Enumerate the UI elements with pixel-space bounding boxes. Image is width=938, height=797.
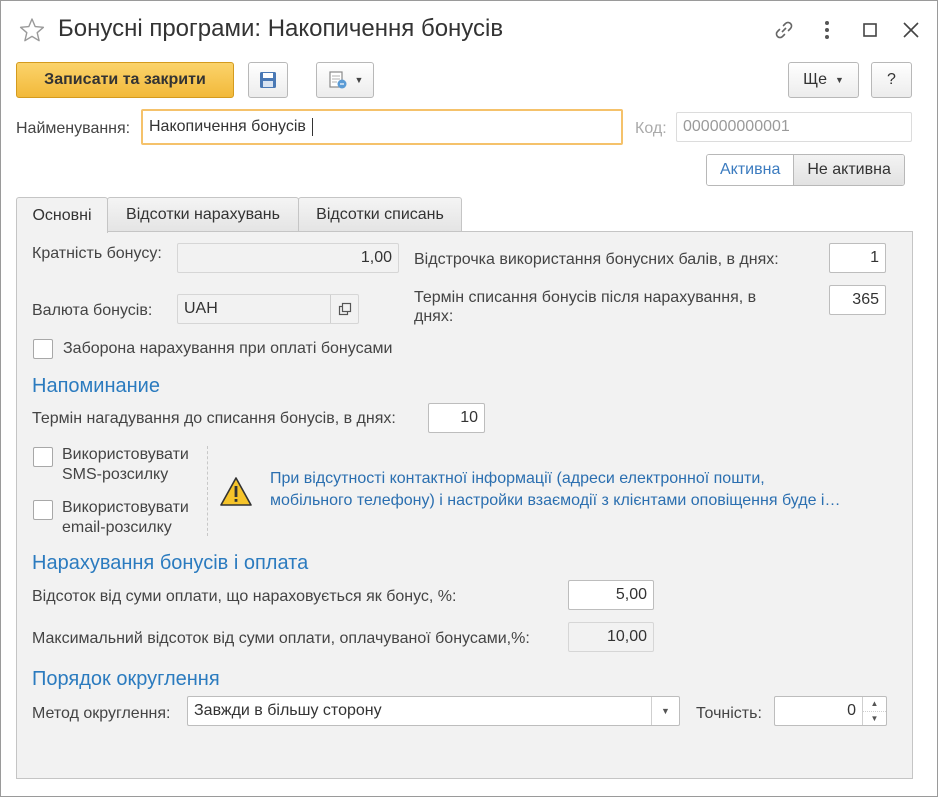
chevron-down-icon: ▼ xyxy=(834,75,844,85)
reminder-term-label: Термін нагадування до списання бонусів, … xyxy=(32,410,396,427)
code-input[interactable]: 000000000001 xyxy=(676,112,912,142)
window-title: Бонусні програми: Накопичення бонусів xyxy=(58,15,504,42)
name-value: Накопичення бонусів xyxy=(149,118,306,135)
ban-accrual-label: Заборона нарахування при оплаті бонусами xyxy=(63,340,393,357)
accrual-percent-input[interactable]: 5,00 xyxy=(568,580,654,610)
warning-text-line1: При відсутності контактної інформації (а… xyxy=(270,470,765,487)
rounding-section-title: Порядок округлення xyxy=(32,668,220,690)
writeoff-term-label: Термін списання бонусів після нарахуванн… xyxy=(414,289,757,325)
multiplicity-input[interactable]: 1,00 xyxy=(177,243,399,273)
code-label: Код: xyxy=(635,120,667,137)
status-inactive-option[interactable]: Не активна xyxy=(794,155,904,185)
close-icon[interactable] xyxy=(899,18,923,42)
warning-icon xyxy=(219,476,253,508)
link-icon[interactable] xyxy=(772,18,796,42)
ban-accrual-checkbox[interactable] xyxy=(33,339,53,359)
use-email-label: Використовувати email-розсилку xyxy=(62,499,189,536)
spin-buttons: ▲ ▼ xyxy=(862,697,886,725)
max-percent-label: Максимальний відсоток від суми оплати, о… xyxy=(32,630,530,647)
rounding-method-select[interactable]: Завжди в більшу сторону ▼ xyxy=(187,696,680,726)
divider xyxy=(207,446,208,536)
name-label: Найменування: xyxy=(16,120,131,137)
accrual-section-title: Нарахування бонусів і оплата xyxy=(32,552,309,574)
print-menu-button[interactable]: ▼ xyxy=(316,62,374,98)
star-icon[interactable] xyxy=(19,17,45,43)
tab-accrual-percents[interactable]: Відсотки нарахувань xyxy=(107,197,299,232)
more-vertical-icon[interactable] xyxy=(815,18,839,42)
maximize-icon[interactable] xyxy=(858,18,882,42)
deferral-label: Відстрочка використання бонусних балів, … xyxy=(414,251,779,268)
floppy-disk-icon xyxy=(260,72,276,88)
spin-down-icon[interactable]: ▼ xyxy=(863,712,886,726)
reminder-section-title: Напоминание xyxy=(32,375,160,397)
spin-up-icon[interactable]: ▲ xyxy=(863,697,886,712)
accrual-percent-label: Відсоток від суми оплати, що нараховуєть… xyxy=(32,588,457,605)
currency-input[interactable]: UAH xyxy=(177,294,359,324)
currency-label: Валюта бонусів: xyxy=(32,302,153,319)
reminder-term-input[interactable]: 10 xyxy=(428,403,485,433)
help-button[interactable]: ? xyxy=(871,62,912,98)
rounding-method-label: Метод округлення: xyxy=(32,705,171,722)
use-sms-checkbox[interactable] xyxy=(33,447,53,467)
form-window: Бонусні програми: Накопичення бонусів За… xyxy=(0,0,938,797)
tab-main[interactable]: Основні xyxy=(16,197,108,233)
status-active-option[interactable]: Активна xyxy=(707,155,795,185)
warning-text-line2[interactable]: мобільного телефону) і настройки взаємод… xyxy=(270,490,840,512)
currency-value: UAH xyxy=(184,300,218,317)
tab-content-main: Кратність бонусу: 1,00 Валюта бонусів: U… xyxy=(16,231,913,779)
chevron-down-icon: ▼ xyxy=(354,75,364,85)
more-actions-button[interactable]: Ще ▼ xyxy=(788,62,859,98)
use-sms-label: Використовувати SMS-розсилку xyxy=(62,446,189,483)
precision-stepper[interactable]: 0 ▲ ▼ xyxy=(774,696,887,726)
precision-label: Точність: xyxy=(696,705,762,722)
use-email-checkbox[interactable] xyxy=(33,500,53,520)
more-actions-label: Ще xyxy=(803,71,827,88)
tab-writeoff-percents[interactable]: Відсотки списань xyxy=(298,197,462,232)
name-input[interactable]: Накопичення бонусів xyxy=(141,109,623,145)
writeoff-term-input[interactable]: 365 xyxy=(829,285,886,315)
save-and-close-button[interactable]: Записати та закрити xyxy=(16,62,234,98)
rounding-method-value: Завжди в більшу сторону xyxy=(194,702,382,719)
status-toggle[interactable]: Активна Не активна xyxy=(706,154,905,186)
chevron-down-icon[interactable]: ▼ xyxy=(651,697,679,725)
open-icon[interactable] xyxy=(330,295,358,323)
document-print-icon xyxy=(328,71,347,89)
deferral-input[interactable]: 1 xyxy=(829,243,886,273)
precision-value: 0 xyxy=(847,702,856,719)
save-button[interactable] xyxy=(248,62,288,98)
multiplicity-label: Кратність бонусу: xyxy=(32,245,162,262)
max-percent-input[interactable]: 10,00 xyxy=(568,622,654,652)
